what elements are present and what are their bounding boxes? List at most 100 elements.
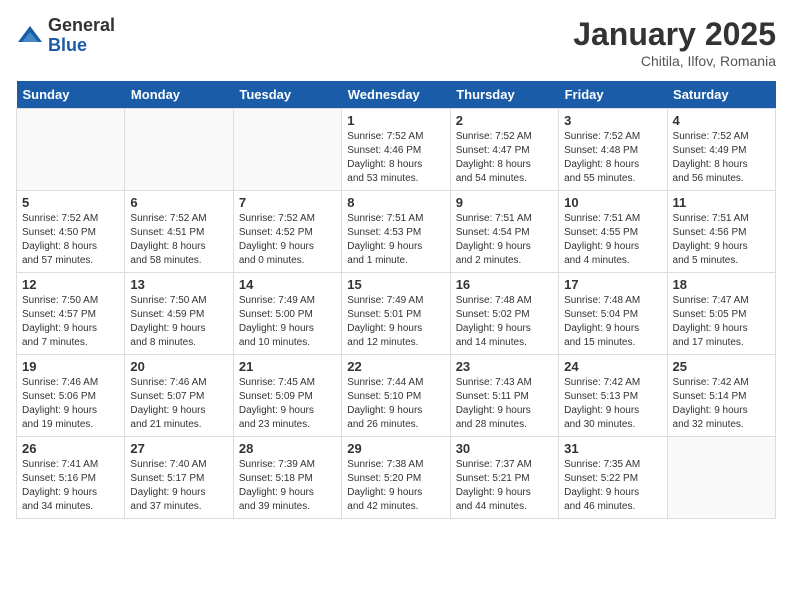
day-number: 4 — [673, 113, 770, 128]
cell-content: Sunrise: 7:45 AM Sunset: 5:09 PM Dayligh… — [239, 376, 336, 432]
day-number: 3 — [564, 113, 661, 128]
logo: General Blue — [16, 16, 115, 56]
cell-content: Sunrise: 7:51 AM Sunset: 4:53 PM Dayligh… — [347, 212, 444, 268]
cell-content: Sunrise: 7:43 AM Sunset: 5:11 PM Dayligh… — [456, 376, 553, 432]
calendar-cell: 13Sunrise: 7:50 AM Sunset: 4:59 PM Dayli… — [125, 273, 233, 355]
day-number: 12 — [22, 277, 119, 292]
calendar-week-row: 1 Sunrise: 7:52 AM Sunset: 4:46 PM Daylig… — [17, 109, 776, 191]
calendar-cell: 6 Sunrise: 7:52 AM Sunset: 4:51 PM Daylig… — [125, 191, 233, 273]
calendar-cell: 9Sunrise: 7:51 AM Sunset: 4:54 PM Daylig… — [450, 191, 558, 273]
cell-content: Sunrise: 7:47 AM Sunset: 5:05 PM Dayligh… — [673, 294, 770, 350]
calendar-week-row: 19Sunrise: 7:46 AM Sunset: 5:06 PM Dayli… — [17, 355, 776, 437]
header-friday: Friday — [559, 81, 667, 109]
cell-content: Sunrise: 7:46 AM Sunset: 5:07 PM Dayligh… — [130, 376, 227, 432]
cell-content: Sunrise: 7:40 AM Sunset: 5:17 PM Dayligh… — [130, 458, 227, 514]
calendar-cell: 7Sunrise: 7:52 AM Sunset: 4:52 PM Daylig… — [233, 191, 341, 273]
day-number: 1 — [347, 113, 444, 128]
calendar-cell: 8 Sunrise: 7:51 AM Sunset: 4:53 PM Daylig… — [342, 191, 450, 273]
day-number: 22 — [347, 359, 444, 374]
calendar-cell: 28Sunrise: 7:39 AM Sunset: 5:18 PM Dayli… — [233, 437, 341, 519]
day-number: 26 — [22, 441, 119, 456]
calendar-cell: 20 Sunrise: 7:46 AM Sunset: 5:07 PM Dayli… — [125, 355, 233, 437]
calendar-cell: 30 Sunrise: 7:37 AM Sunset: 5:21 PM Dayli… — [450, 437, 558, 519]
location: Chitila, Ilfov, Romania — [573, 53, 776, 69]
day-number: 17 — [564, 277, 661, 292]
cell-content: Sunrise: 7:49 AM Sunset: 5:01 PM Dayligh… — [347, 294, 444, 350]
calendar-cell: 19Sunrise: 7:46 AM Sunset: 5:06 PM Dayli… — [17, 355, 125, 437]
calendar-cell: 27 Sunrise: 7:40 AM Sunset: 5:17 PM Dayli… — [125, 437, 233, 519]
calendar-cell: 26 Sunrise: 7:41 AM Sunset: 5:16 PM Dayli… — [17, 437, 125, 519]
calendar-table: SundayMondayTuesdayWednesdayThursdayFrid… — [16, 81, 776, 519]
day-number: 9 — [456, 195, 553, 210]
calendar-week-row: 26 Sunrise: 7:41 AM Sunset: 5:16 PM Dayli… — [17, 437, 776, 519]
day-number: 28 — [239, 441, 336, 456]
calendar-cell: 11Sunrise: 7:51 AM Sunset: 4:56 PM Dayli… — [667, 191, 775, 273]
day-number: 6 — [130, 195, 227, 210]
calendar-cell: 29Sunrise: 7:38 AM Sunset: 5:20 PM Dayli… — [342, 437, 450, 519]
cell-content: Sunrise: 7:42 AM Sunset: 5:14 PM Dayligh… — [673, 376, 770, 432]
cell-content: Sunrise: 7:35 AM Sunset: 5:22 PM Dayligh… — [564, 458, 661, 514]
calendar-cell — [233, 109, 341, 191]
cell-content: Sunrise: 7:50 AM Sunset: 4:59 PM Dayligh… — [130, 294, 227, 350]
day-number: 23 — [456, 359, 553, 374]
logo-icon — [16, 22, 44, 50]
cell-content: Sunrise: 7:46 AM Sunset: 5:06 PM Dayligh… — [22, 376, 119, 432]
logo-blue-text: Blue — [48, 36, 115, 56]
cell-content: Sunrise: 7:41 AM Sunset: 5:16 PM Dayligh… — [22, 458, 119, 514]
calendar-cell: 15 Sunrise: 7:49 AM Sunset: 5:01 PM Dayli… — [342, 273, 450, 355]
month-title: January 2025 — [573, 16, 776, 53]
header-saturday: Saturday — [667, 81, 775, 109]
calendar-cell: 4 Sunrise: 7:52 AM Sunset: 4:49 PM Daylig… — [667, 109, 775, 191]
day-number: 11 — [673, 195, 770, 210]
calendar-cell — [17, 109, 125, 191]
cell-content: Sunrise: 7:48 AM Sunset: 5:02 PM Dayligh… — [456, 294, 553, 350]
day-number: 16 — [456, 277, 553, 292]
cell-content: Sunrise: 7:44 AM Sunset: 5:10 PM Dayligh… — [347, 376, 444, 432]
calendar-cell: 24 Sunrise: 7:42 AM Sunset: 5:13 PM Dayli… — [559, 355, 667, 437]
logo-text: General Blue — [48, 16, 115, 56]
calendar-cell — [667, 437, 775, 519]
calendar-cell: 18 Sunrise: 7:47 AM Sunset: 5:05 PM Dayli… — [667, 273, 775, 355]
page-header: General Blue January 2025 Chitila, Ilfov… — [16, 16, 776, 69]
day-number: 15 — [347, 277, 444, 292]
day-number: 21 — [239, 359, 336, 374]
logo-general-text: General — [48, 16, 115, 36]
cell-content: Sunrise: 7:48 AM Sunset: 5:04 PM Dayligh… — [564, 294, 661, 350]
day-number: 24 — [564, 359, 661, 374]
day-number: 31 — [564, 441, 661, 456]
calendar-cell: 2Sunrise: 7:52 AM Sunset: 4:47 PM Daylig… — [450, 109, 558, 191]
cell-content: Sunrise: 7:37 AM Sunset: 5:21 PM Dayligh… — [456, 458, 553, 514]
day-number: 18 — [673, 277, 770, 292]
cell-content: Sunrise: 7:50 AM Sunset: 4:57 PM Dayligh… — [22, 294, 119, 350]
calendar-cell: 23 Sunrise: 7:43 AM Sunset: 5:11 PM Dayli… — [450, 355, 558, 437]
calendar-week-row: 12 Sunrise: 7:50 AM Sunset: 4:57 PM Dayli… — [17, 273, 776, 355]
day-number: 8 — [347, 195, 444, 210]
calendar-cell: 3 Sunrise: 7:52 AM Sunset: 4:48 PM Daylig… — [559, 109, 667, 191]
day-number: 27 — [130, 441, 227, 456]
cell-content: Sunrise: 7:52 AM Sunset: 4:51 PM Dayligh… — [130, 212, 227, 268]
calendar-cell: 21 Sunrise: 7:45 AM Sunset: 5:09 PM Dayli… — [233, 355, 341, 437]
cell-content: Sunrise: 7:52 AM Sunset: 4:50 PM Dayligh… — [22, 212, 119, 268]
calendar-cell: 16 Sunrise: 7:48 AM Sunset: 5:02 PM Dayli… — [450, 273, 558, 355]
calendar-header-row: SundayMondayTuesdayWednesdayThursdayFrid… — [17, 81, 776, 109]
header-thursday: Thursday — [450, 81, 558, 109]
calendar-cell: 22 Sunrise: 7:44 AM Sunset: 5:10 PM Dayli… — [342, 355, 450, 437]
day-number: 25 — [673, 359, 770, 374]
cell-content: Sunrise: 7:52 AM Sunset: 4:46 PM Dayligh… — [347, 130, 444, 186]
cell-content: Sunrise: 7:52 AM Sunset: 4:49 PM Dayligh… — [673, 130, 770, 186]
day-number: 30 — [456, 441, 553, 456]
cell-content: Sunrise: 7:52 AM Sunset: 4:48 PM Dayligh… — [564, 130, 661, 186]
calendar-cell: 1 Sunrise: 7:52 AM Sunset: 4:46 PM Daylig… — [342, 109, 450, 191]
calendar-cell: 12 Sunrise: 7:50 AM Sunset: 4:57 PM Dayli… — [17, 273, 125, 355]
header-tuesday: Tuesday — [233, 81, 341, 109]
calendar-cell: 31 Sunrise: 7:35 AM Sunset: 5:22 PM Dayli… — [559, 437, 667, 519]
calendar-cell: 10Sunrise: 7:51 AM Sunset: 4:55 PM Dayli… — [559, 191, 667, 273]
cell-content: Sunrise: 7:49 AM Sunset: 5:00 PM Dayligh… — [239, 294, 336, 350]
calendar-cell: 25 Sunrise: 7:42 AM Sunset: 5:14 PM Dayli… — [667, 355, 775, 437]
day-number: 7 — [239, 195, 336, 210]
title-block: January 2025 Chitila, Ilfov, Romania — [573, 16, 776, 69]
cell-content: Sunrise: 7:42 AM Sunset: 5:13 PM Dayligh… — [564, 376, 661, 432]
day-number: 10 — [564, 195, 661, 210]
day-number: 20 — [130, 359, 227, 374]
calendar-cell: 17 Sunrise: 7:48 AM Sunset: 5:04 PM Dayli… — [559, 273, 667, 355]
